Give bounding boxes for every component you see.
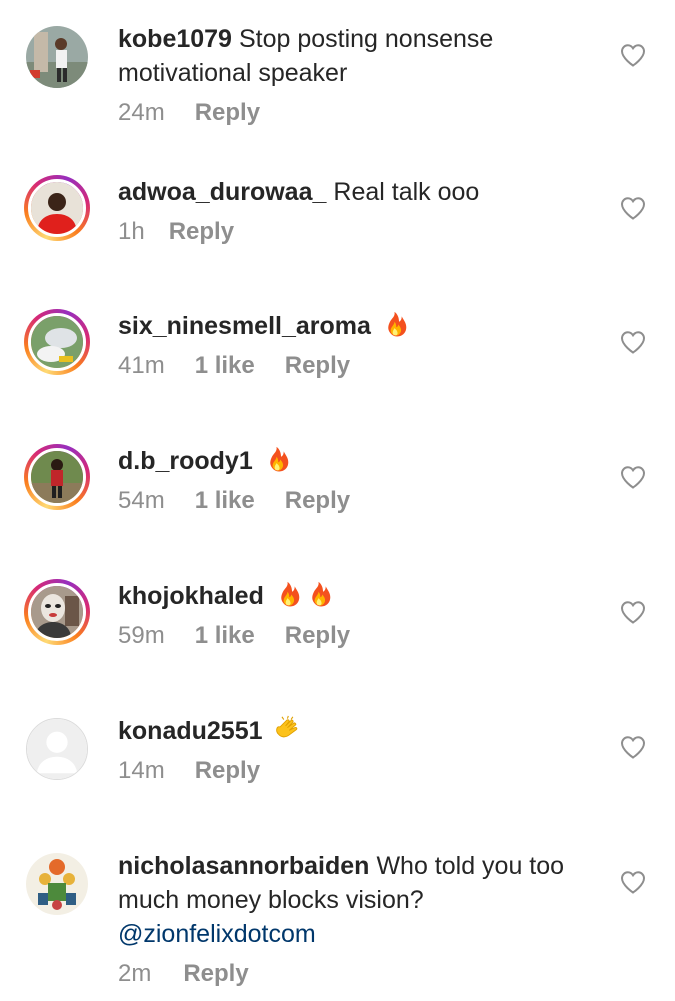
avatar[interactable] <box>24 444 90 510</box>
fire-emoji-icon <box>304 580 333 609</box>
like-count[interactable]: 1 like <box>195 484 255 518</box>
comment-body: Real talk ooo <box>333 178 480 206</box>
reply-button[interactable]: Reply <box>195 96 260 130</box>
like-count[interactable]: 1 like <box>195 619 255 653</box>
person-outdoors-avatar <box>28 448 86 506</box>
comment-text: d.b_roody1 <box>118 444 588 478</box>
comment-text: khojokhaled <box>118 579 588 613</box>
comment-username[interactable]: konadu2551 <box>118 717 263 745</box>
comment-time: 14m <box>118 757 165 784</box>
comment-meta: 14m Reply <box>118 754 588 788</box>
comment-username[interactable]: nicholasannorbaiden <box>118 852 369 880</box>
avatar[interactable] <box>24 175 90 241</box>
avatar[interactable] <box>24 579 90 645</box>
comment-time: 24m <box>118 99 165 126</box>
avatar[interactable] <box>24 24 90 90</box>
comment-meta: 2m Reply <box>118 957 588 991</box>
reply-button[interactable]: Reply <box>183 957 248 991</box>
comment-meta: 24m Reply <box>118 96 588 130</box>
like-heart-icon[interactable] <box>620 196 646 220</box>
person-photo-avatar <box>26 26 88 88</box>
comment-time: 1h <box>118 218 145 245</box>
mention-link[interactable]: @zionfelixdotcom <box>118 920 316 948</box>
fire-emoji-icon <box>273 580 302 609</box>
comment-username[interactable]: d.b_roody1 <box>118 447 253 475</box>
avatar[interactable] <box>24 851 90 917</box>
comment-text: six_ninesmell_aroma <box>118 309 588 343</box>
default-user-avatar <box>26 718 88 780</box>
comment-time: 54m <box>118 487 165 514</box>
reply-button[interactable]: Reply <box>285 484 350 518</box>
reply-button[interactable]: Reply <box>285 349 350 383</box>
comment-meta: 59m 1 like Reply <box>118 619 588 653</box>
reply-button[interactable]: Reply <box>195 754 260 788</box>
reply-button[interactable]: Reply <box>285 619 350 653</box>
like-heart-icon[interactable] <box>620 43 646 67</box>
person-red-shirt-avatar <box>28 179 86 237</box>
comment-time: 2m <box>118 960 152 987</box>
comment-text: konadu2551 <box>118 714 588 748</box>
sneakers-photo-avatar <box>28 313 86 371</box>
comment-username[interactable]: adwoa_durowaa_ <box>118 178 326 206</box>
like-heart-icon[interactable] <box>620 735 646 759</box>
comment-text: adwoa_durowaa_ Real talk ooo <box>118 175 588 209</box>
comment-time: 59m <box>118 622 165 649</box>
like-heart-icon[interactable] <box>620 465 646 489</box>
fire-emoji-icon <box>380 310 409 339</box>
comment-username[interactable]: kobe1079 <box>118 25 232 53</box>
clapping-hands-emoji-icon <box>272 715 301 744</box>
comment-text: kobe1079 Stop posting nonsense motivation… <box>118 22 588 90</box>
comment-meta: 1h Reply <box>118 215 588 249</box>
illustrated-figures-avatar <box>26 853 88 915</box>
fire-emoji-icon <box>262 445 291 474</box>
like-count[interactable]: 1 like <box>195 349 255 383</box>
masked-person-avatar <box>28 583 86 641</box>
like-heart-icon[interactable] <box>620 600 646 624</box>
comment-meta: 54m 1 like Reply <box>118 484 588 518</box>
comment-meta: 41m 1 like Reply <box>118 349 588 383</box>
avatar[interactable] <box>24 716 90 782</box>
avatar[interactable] <box>24 309 90 375</box>
like-heart-icon[interactable] <box>620 330 646 354</box>
comment-time: 41m <box>118 352 165 379</box>
reply-button[interactable]: Reply <box>169 215 234 249</box>
comment-username[interactable]: khojokhaled <box>118 582 264 610</box>
comment-text: nicholasannorbaiden Who told you too much… <box>118 849 588 951</box>
like-heart-icon[interactable] <box>620 870 646 894</box>
comment-username[interactable]: six_ninesmell_aroma <box>118 312 371 340</box>
